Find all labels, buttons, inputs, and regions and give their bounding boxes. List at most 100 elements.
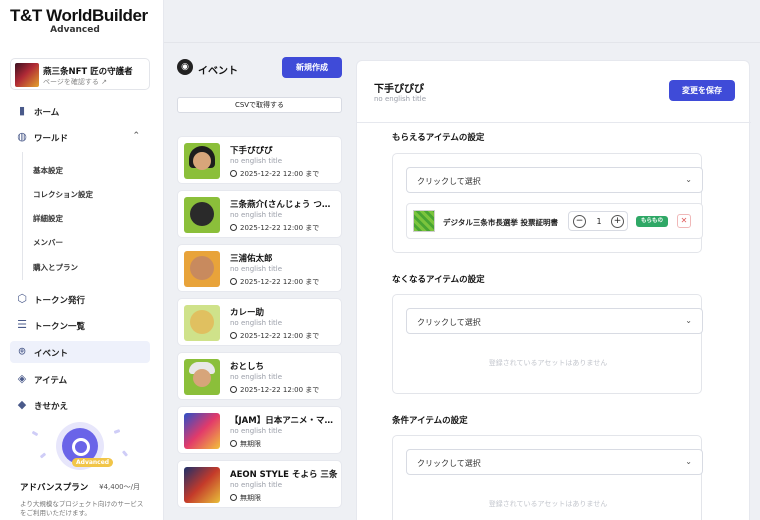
chevron-down-icon: ⌄ <box>685 457 692 466</box>
event-card[interactable]: AEON STYLE そよら 三条 no english title 無期限 <box>177 460 342 508</box>
event-card-subtitle: no english title <box>230 157 283 165</box>
sidebar-item-world[interactable]: ◍ ワールド ⌃ <box>10 126 150 148</box>
event-card-date: 2025-12-22 12:00 まで <box>230 169 319 179</box>
bar-chart-icon: ▮ <box>18 104 26 117</box>
clock-icon <box>230 386 237 393</box>
event-card-date-text: 2025-12-22 12:00 まで <box>240 224 320 232</box>
event-card-date: 無期限 <box>230 439 261 449</box>
sidebar-item-items[interactable]: ◈ アイテム <box>10 368 150 390</box>
subnav-item-members[interactable]: メンバー <box>33 237 63 248</box>
chevron-up-icon: ⌃ <box>132 131 140 141</box>
sidebar-item-label: トークン発行 <box>34 296 86 306</box>
event-card-date-text: 2025-12-22 12:00 まで <box>240 278 320 286</box>
event-card-subtitle: no english title <box>230 427 283 435</box>
empty-message: 登録されているアセットはありません <box>488 500 608 508</box>
event-card-title: AEON STYLE そよら 三条 <box>230 470 338 480</box>
plan-title: アドバンスプラン <box>20 483 89 493</box>
event-avatar <box>184 467 220 503</box>
avatar-face <box>193 369 211 387</box>
project-link-label: ページを確認する <box>43 78 99 86</box>
new-event-button[interactable]: 新規作成 <box>282 57 342 78</box>
chevron-down-icon: ⌄ <box>685 175 692 184</box>
project-link[interactable]: ページを確認する ↗ <box>43 77 107 87</box>
detail-subtitle: no english title <box>374 95 427 103</box>
event-card[interactable]: 三浦佑太郎 no english title 2025-12-22 12:00 … <box>177 244 342 292</box>
quantity-value[interactable]: 1 <box>593 217 605 226</box>
app-logo[interactable]: T&T WorldBuilder <box>10 6 148 26</box>
item-select[interactable]: クリックして選択 ⌄ <box>406 449 703 475</box>
subnav-item-collection[interactable]: コレクション設定 <box>33 189 93 200</box>
sidebar: T&T WorldBuilder Advanced 燕三条NFT 匠の守護者 ペ… <box>0 0 164 520</box>
clock-icon <box>230 224 237 231</box>
event-card-title: 【JAM】日本アニメ・マンガ <box>230 416 338 426</box>
sidebar-item-label: トークン一覧 <box>34 322 86 332</box>
event-card-subtitle: no english title <box>230 373 283 381</box>
item-name: デジタル三条市長選挙 投票証明書 <box>443 218 558 227</box>
event-card-date-text: 2025-12-22 12:00 まで <box>240 170 320 178</box>
events-column: ◉ イベント 新規作成 CSVで取得する 下手ぴぴぴ no english ti… <box>164 43 354 520</box>
sidebar-item-label: ワールド <box>34 134 69 144</box>
clock-icon <box>230 494 237 501</box>
project-card[interactable]: 燕三条NFT 匠の守護者 ページを確認する ↗ <box>10 58 150 90</box>
event-card[interactable]: おとしち no english title 2025-12-22 12:00 ま… <box>177 352 342 400</box>
sidebar-item-dressup[interactable]: ◆ きせかえ <box>10 394 150 416</box>
map-pin-icon: ⌾ <box>18 345 26 358</box>
sidebar-item-events[interactable]: ⌾ イベント <box>10 341 150 363</box>
save-button[interactable]: 変更を保存 <box>669 80 735 101</box>
sidebar-item-token-issue[interactable]: ⬡ トークン発行 <box>10 288 150 310</box>
confetti-decoration <box>39 452 47 459</box>
clock-icon <box>230 440 237 447</box>
cube-outline-icon: ⬡ <box>17 292 27 305</box>
subnav-item-details[interactable]: 詳細設定 <box>33 213 63 224</box>
event-detail-panel: 下手ぴぴぴ no english title 変更を保存 もらえるアイテムの設定… <box>356 60 751 520</box>
section-title: なくなるアイテムの設定 <box>392 275 485 285</box>
csv-export-button[interactable]: CSVで取得する <box>177 97 342 113</box>
event-avatar <box>184 413 220 449</box>
sidebar-item-home[interactable]: ▮ ホーム <box>10 100 150 122</box>
event-card-title: 下手ぴぴぴ <box>230 146 273 156</box>
clock-icon <box>230 332 237 339</box>
item-tag: もらもの <box>636 216 668 227</box>
event-avatar <box>184 251 220 287</box>
plan-badge: Advanced <box>72 458 114 467</box>
item-row: デジタル三条市長選挙 投票証明書 − 1 + もらもの ✕ <box>406 203 703 239</box>
event-card-title: カレー助 <box>230 308 265 318</box>
detail-divider <box>357 122 751 123</box>
event-card[interactable]: 【JAM】日本アニメ・マンガ no english title 無期限 <box>177 406 342 454</box>
item-select[interactable]: クリックして選択 ⌄ <box>406 167 703 193</box>
event-card[interactable]: 三条燕介(さんじょう つばめすけ) no english title 2025-… <box>177 190 342 238</box>
event-avatar <box>184 359 220 395</box>
sidebar-item-token-list[interactable]: ☰ トークン一覧 <box>10 314 150 336</box>
event-card-title: 三浦佑太郎 <box>230 254 273 264</box>
select-value: クリックして選択 <box>417 318 481 327</box>
event-card[interactable]: 下手ぴぴぴ no english title 2025-12-22 12:00 … <box>177 136 342 184</box>
plan-promo[interactable]: Advanced アドバンスプラン ¥4,400〜/月 より大規模なプロジェクト… <box>10 424 150 520</box>
detail-title: 下手ぴぴぴ <box>374 84 424 95</box>
plus-button[interactable]: + <box>611 215 624 228</box>
subnav-item-basic[interactable]: 基本設定 <box>33 165 63 176</box>
event-card-subtitle: no english title <box>230 481 283 489</box>
project-thumbnail <box>15 63 39 87</box>
world-subnav: 基本設定 コレクション設定 詳細設定 メンバー 購入とプラン <box>22 152 142 280</box>
item-thumbnail <box>413 210 435 232</box>
plan-description: より大規模なプロジェクト向けのサービスをご利用いただけます。 <box>20 500 144 517</box>
box-icon: ◈ <box>17 372 27 385</box>
event-card[interactable]: カレー助 no english title 2025-12-22 12:00 ま… <box>177 298 342 346</box>
event-card-date: 2025-12-22 12:00 まで <box>230 277 319 287</box>
event-card-subtitle: no english title <box>230 319 283 327</box>
empty-message: 登録されているアセットはありません <box>488 359 608 367</box>
event-card-subtitle: no english title <box>230 265 283 273</box>
subnav-item-plan[interactable]: 購入とプラン <box>33 262 78 273</box>
minus-button[interactable]: − <box>573 215 586 228</box>
event-avatar <box>184 305 220 341</box>
item-select[interactable]: クリックして選択 ⌄ <box>406 308 703 334</box>
event-avatar <box>184 143 220 179</box>
event-card-date-text: 2025-12-22 12:00 まで <box>240 332 320 340</box>
sidebar-item-label: アイテム <box>34 376 68 386</box>
trash-icon[interactable]: ✕ <box>677 214 691 228</box>
remove-items-box: クリックして選択 ⌄ 登録されているアセットはありません <box>392 294 703 394</box>
events-title: イベント <box>198 66 238 77</box>
plan-price: ¥4,400〜/月 <box>99 483 140 491</box>
sidebar-item-label: ホーム <box>34 108 60 118</box>
external-link-icon: ↗ <box>101 78 107 86</box>
